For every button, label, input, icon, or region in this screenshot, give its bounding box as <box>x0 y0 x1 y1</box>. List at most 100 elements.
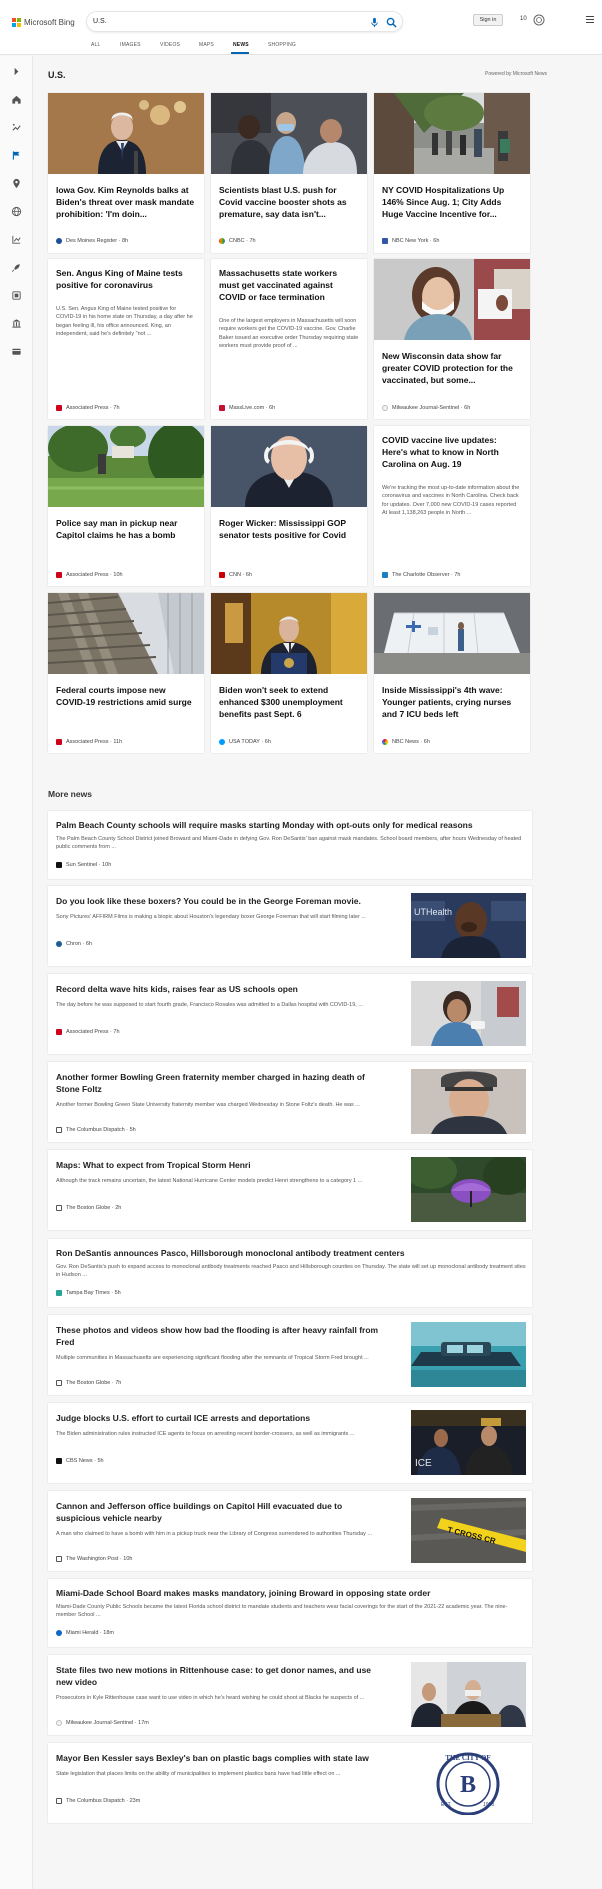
more-news-headline[interactable]: Palm Beach County schools will require m… <box>56 819 526 831</box>
chart-icon[interactable] <box>11 234 22 245</box>
more-news-thumbnail <box>411 1662 526 1727</box>
building-icon[interactable] <box>11 318 22 329</box>
top-bar: Microsoft Bing U.S. Sign in 10 <box>0 0 602 40</box>
more-news-headline[interactable]: These photos and videos show how bad the… <box>56 1324 386 1348</box>
news-card-source: Associated Press · 7h <box>56 405 120 411</box>
chevron-right-icon[interactable] <box>11 66 22 77</box>
more-news-item[interactable]: Judge blocks U.S. effort to curtail ICE … <box>48 1403 532 1483</box>
search-box[interactable]: U.S. <box>86 11 403 32</box>
news-card[interactable]: COVID vaccine live updates: Here's what … <box>374 426 530 586</box>
more-news-headline[interactable]: Judge blocks U.S. effort to curtail ICE … <box>56 1412 386 1424</box>
associated-press-icon <box>56 405 62 411</box>
more-news-item[interactable]: Maps: What to expect from Tropical Storm… <box>48 1150 532 1230</box>
news-card-image <box>211 93 367 174</box>
search-input[interactable]: U.S. <box>93 18 107 25</box>
more-news-item[interactable]: Record delta wave hits kids, raises fear… <box>48 974 532 1054</box>
more-news-source: CBS News · 5h <box>56 1458 104 1464</box>
more-news-headline[interactable]: Maps: What to expect from Tropical Storm… <box>56 1159 386 1171</box>
news-card[interactable]: New Wisconsin data show far greater COVI… <box>374 259 530 419</box>
tab-news[interactable]: NEWS <box>233 42 249 48</box>
tab-maps[interactable]: MAPS <box>199 42 214 48</box>
more-news-thumbnail <box>411 1322 526 1387</box>
globe-icon[interactable] <box>11 206 22 217</box>
columbus-dispatch-icon <box>56 1127 62 1133</box>
more-news-item[interactable]: These photos and videos show how bad the… <box>48 1315 532 1395</box>
news-card[interactable]: Federal courts impose new COVID-19 restr… <box>48 593 204 753</box>
more-news-item[interactable]: State files two new motions in Rittenhou… <box>48 1655 532 1735</box>
news-card-image <box>374 593 530 674</box>
tab-images[interactable]: IMAGES <box>120 42 141 48</box>
news-card-headline[interactable]: Scientists blast U.S. push for Covid vac… <box>219 184 359 220</box>
film-icon[interactable] <box>11 290 22 301</box>
more-news-headline[interactable]: Another former Bowling Green fraternity … <box>56 1071 386 1095</box>
cnn-icon <box>219 572 225 578</box>
news-card-headline[interactable]: Federal courts impose new COVID-19 restr… <box>56 684 196 708</box>
tab-videos[interactable]: VIDEOS <box>160 42 180 48</box>
more-news-item[interactable]: Miami-Dade School Board makes masks mand… <box>48 1579 532 1647</box>
hamburger-menu-icon[interactable] <box>586 16 594 23</box>
more-news-source: The Columbus Dispatch · 23m <box>56 1798 140 1804</box>
news-card[interactable]: Sen. Angus King of Maine tests positive … <box>48 259 204 419</box>
location-pin-icon[interactable] <box>11 178 22 189</box>
news-card-headline[interactable]: Police say man in pickup near Capitol cl… <box>56 517 196 541</box>
more-news-headline[interactable]: Ron DeSantis announces Pasco, Hillsborou… <box>56 1247 526 1259</box>
more-news-headline[interactable]: Cannon and Jefferson office buildings on… <box>56 1500 386 1524</box>
more-news-headline[interactable]: Mayor Ben Kessler says Bexley's ban on p… <box>56 1752 386 1764</box>
news-card-headline[interactable]: Inside Mississippi's 4th wave: Younger p… <box>382 684 522 720</box>
more-news-headline[interactable]: Miami-Dade School Board makes masks mand… <box>56 1587 526 1599</box>
trending-icon[interactable] <box>11 122 22 133</box>
more-news-thumbnail: T CROSS CR <box>411 1498 526 1563</box>
news-card-image <box>48 93 204 174</box>
miami-herald-icon <box>56 1630 62 1636</box>
news-card[interactable]: Roger Wicker: Mississippi GOP senator te… <box>211 426 367 586</box>
search-icon[interactable] <box>386 17 397 28</box>
nbc-new-york-icon <box>382 238 388 244</box>
more-news-headline[interactable]: State files two new motions in Rittenhou… <box>56 1664 386 1688</box>
news-card[interactable]: Scientists blast U.S. push for Covid vac… <box>211 93 367 253</box>
more-news-snippet: The Palm Beach County School District jo… <box>56 836 522 851</box>
rewards-points[interactable]: 10 <box>520 16 527 22</box>
des-moines-register-icon <box>56 238 62 244</box>
more-news-item[interactable]: Another former Bowling Green fraternity … <box>48 1062 532 1142</box>
tab-all[interactable]: ALL <box>91 42 101 48</box>
news-card[interactable]: Iowa Gov. Kim Reynolds balks at Biden's … <box>48 93 204 253</box>
more-news-headline[interactable]: Record delta wave hits kids, raises fear… <box>56 983 386 995</box>
more-news-source: The Boston Globe · 2h <box>56 1205 121 1211</box>
more-news-item[interactable]: Mayor Ben Kessler says Bexley's ban on p… <box>48 1743 532 1823</box>
news-card-headline[interactable]: NY COVID Hospitalizations Up 146% Since … <box>382 184 522 220</box>
bing-logo[interactable]: Microsoft Bing <box>12 16 75 28</box>
seal-letter: B <box>460 1772 476 1798</box>
news-card[interactable]: Biden won't seek to extend enhanced $300… <box>211 593 367 753</box>
rewards-medal-icon[interactable] <box>533 14 545 26</box>
tab-shopping[interactable]: SHOPPING <box>268 42 296 48</box>
more-news-thumbnail: THE CITY OF B EST. 1908 <box>411 1750 526 1815</box>
news-card-headline[interactable]: Biden won't seek to extend enhanced $300… <box>219 684 359 720</box>
more-news-item[interactable]: Palm Beach County schools will require m… <box>48 811 532 879</box>
news-card-image <box>374 93 530 174</box>
more-news-headline[interactable]: Do you look like these boxers? You could… <box>56 895 386 907</box>
news-card-headline[interactable]: New Wisconsin data show far greater COVI… <box>382 350 522 386</box>
more-news-item[interactable]: Ron DeSantis announces Pasco, Hillsborou… <box>48 1239 532 1307</box>
boston-globe-icon <box>56 1205 62 1211</box>
news-card-headline[interactable]: Roger Wicker: Mississippi GOP senator te… <box>219 517 359 541</box>
milwaukee-journal-sentinel-icon <box>382 405 388 411</box>
rocket-icon[interactable] <box>11 262 22 273</box>
more-news-source: Associated Press · 7h <box>56 1029 120 1035</box>
news-card-headline[interactable]: Iowa Gov. Kim Reynolds balks at Biden's … <box>56 184 196 220</box>
news-card[interactable]: Massachusetts state workers must get vac… <box>211 259 367 419</box>
home-icon[interactable] <box>11 94 22 105</box>
boston-globe-icon <box>56 1380 62 1386</box>
news-card-headline[interactable]: Sen. Angus King of Maine tests positive … <box>56 267 196 291</box>
news-card-headline[interactable]: COVID vaccine live updates: Here's what … <box>382 434 522 470</box>
sign-in-button[interactable]: Sign in <box>473 14 503 26</box>
news-card[interactable]: Police say man in pickup near Capitol cl… <box>48 426 204 586</box>
news-card-headline[interactable]: Massachusetts state workers must get vac… <box>219 267 359 303</box>
news-card[interactable]: Inside Mississippi's 4th wave: Younger p… <box>374 593 530 753</box>
wallet-icon[interactable] <box>11 346 22 357</box>
news-card[interactable]: NY COVID Hospitalizations Up 146% Since … <box>374 93 530 253</box>
microphone-icon[interactable] <box>369 17 380 28</box>
more-news-item[interactable]: Do you look like these boxers? You could… <box>48 886 532 966</box>
more-news-item[interactable]: Cannon and Jefferson office buildings on… <box>48 1491 532 1571</box>
flag-icon[interactable] <box>11 150 22 161</box>
news-card-source: Milwaukee Journal-Sentinel · 6h <box>382 405 470 411</box>
